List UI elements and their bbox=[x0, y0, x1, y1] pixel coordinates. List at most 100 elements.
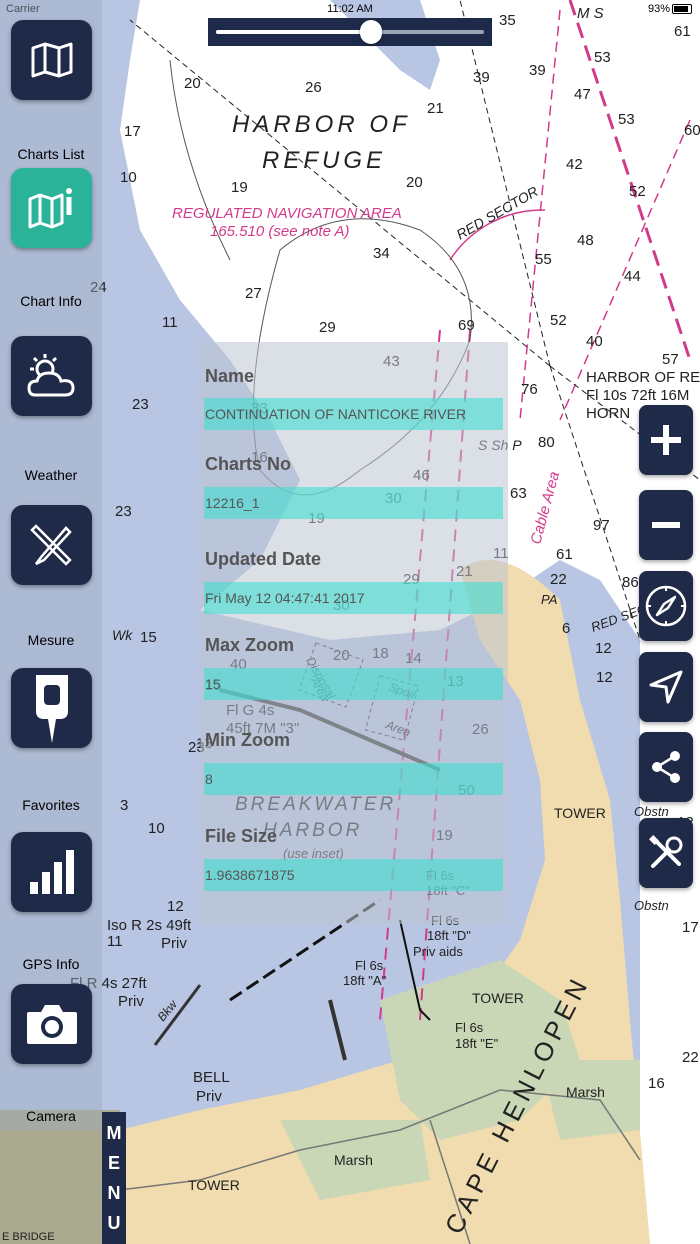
map-sounding: 17 bbox=[124, 123, 141, 140]
max-zoom-label: Max Zoom bbox=[205, 635, 295, 655]
file-size-value: 1.9638671875 bbox=[204, 859, 503, 891]
navigation-arrow-icon bbox=[649, 670, 683, 704]
map-label-fl6a-2: 18ft "A" bbox=[343, 973, 387, 988]
chart-info-button[interactable] bbox=[11, 168, 92, 248]
map-sounding: 12 bbox=[167, 898, 184, 915]
map-sounding: 23 bbox=[115, 503, 132, 520]
map-label-tower-2: TOWER bbox=[472, 990, 524, 1006]
tools-icon bbox=[649, 835, 683, 868]
map-sounding: 63 bbox=[510, 485, 527, 502]
map-label-harbor-light-3: HORN bbox=[586, 405, 630, 422]
map-label-fl6d-3: Priv aids bbox=[413, 944, 463, 959]
map-sounding: 10 bbox=[120, 169, 137, 186]
battery-indicator: 93% bbox=[648, 3, 692, 15]
gps-info-button[interactable] bbox=[11, 832, 92, 912]
min-zoom-label: Min Zoom bbox=[205, 730, 290, 750]
map-sounding: 10 bbox=[148, 820, 165, 837]
map-sounding: 11 bbox=[162, 314, 178, 331]
chart-info-label: Chart Info bbox=[20, 293, 82, 309]
favorites-button[interactable] bbox=[11, 668, 92, 748]
updated-date-value: Fri May 12 04:47:41 2017 bbox=[204, 582, 503, 614]
map-sounding: 42 bbox=[566, 156, 583, 173]
map-sounding: 60 bbox=[684, 122, 700, 139]
map-sounding: 21 bbox=[427, 100, 444, 117]
battery-icon bbox=[672, 4, 692, 15]
map-label-tower-3: TOWER bbox=[188, 1177, 240, 1193]
map-sounding: 55 bbox=[535, 251, 552, 268]
map-label-bridge: E BRIDGE bbox=[2, 1231, 55, 1243]
camera-button[interactable] bbox=[11, 984, 92, 1064]
map-label-regulated-note: 165.510 (see note A) bbox=[210, 223, 350, 240]
map-sounding: 12 bbox=[595, 640, 612, 657]
opacity-slider[interactable] bbox=[208, 18, 492, 46]
map-label-bell: BELL bbox=[193, 1069, 230, 1086]
measure-label: Mesure bbox=[27, 632, 75, 648]
settings-button[interactable] bbox=[639, 818, 693, 888]
menu-letter: E bbox=[107, 1153, 120, 1173]
map-sounding: 19 bbox=[231, 179, 248, 196]
map-sounding: 17 bbox=[682, 919, 699, 936]
menu-tab[interactable]: M E N U bbox=[102, 1112, 126, 1244]
ruler-pencil-icon bbox=[29, 524, 72, 566]
map-sounding: 53 bbox=[594, 49, 611, 66]
map-sounding: 20 bbox=[184, 75, 201, 92]
min-zoom-value: 8 bbox=[204, 763, 503, 795]
menu-letter: N bbox=[107, 1183, 121, 1203]
map-sounding: 23 bbox=[132, 396, 149, 413]
camera-label: Camera bbox=[26, 1108, 76, 1124]
map-sounding: 6 bbox=[562, 620, 570, 637]
sidebar: Charts List Chart Info Weather Mesure Fa… bbox=[0, 0, 102, 1130]
compass-icon bbox=[645, 585, 687, 627]
weather-button[interactable] bbox=[11, 336, 92, 416]
map-sounding: 57 bbox=[662, 351, 679, 368]
map-sounding: 27 bbox=[245, 285, 262, 302]
map-sounding: 69 bbox=[458, 317, 475, 334]
map-pin-icon bbox=[35, 675, 68, 743]
charts-no-label: Charts No bbox=[205, 454, 292, 474]
zoom-in-button[interactable] bbox=[639, 405, 693, 475]
sun-cloud-icon bbox=[26, 354, 75, 397]
map-label-fl6e-1: Fl 6s bbox=[455, 1020, 484, 1035]
locate-button[interactable] bbox=[639, 652, 693, 722]
name-value: CONTINUATION OF NANTICOKE RIVER bbox=[204, 398, 503, 430]
map-sounding: 22 bbox=[550, 571, 567, 588]
favorites-label: Favorites bbox=[22, 797, 80, 813]
map-sounding: 48 bbox=[577, 232, 594, 249]
compass-button[interactable] bbox=[639, 571, 693, 641]
map-sounding: 86 bbox=[622, 574, 639, 591]
gps-info-label: GPS Info bbox=[22, 956, 80, 972]
map-label-bell-priv: Priv bbox=[196, 1088, 222, 1105]
map-sounding: 97 bbox=[593, 517, 610, 534]
map-sounding: 3 bbox=[120, 797, 128, 814]
map-sounding: 52 bbox=[629, 183, 646, 200]
map-label-iso-2: Priv bbox=[161, 935, 187, 952]
plus-icon bbox=[651, 425, 681, 455]
map-sounding: 44 bbox=[624, 268, 641, 285]
map-label-iso-1: Iso R 2s 49ft bbox=[107, 917, 192, 934]
charts-list-button[interactable] bbox=[11, 20, 92, 100]
map-sounding: 61 bbox=[674, 23, 691, 40]
map-label-obstn-2: Obstn bbox=[634, 898, 669, 913]
slider-fill bbox=[216, 30, 371, 34]
slider-thumb[interactable] bbox=[360, 20, 382, 44]
status-bar: Carrier 11:02 AM 93% bbox=[0, 0, 700, 20]
max-zoom-value: 15 bbox=[204, 668, 503, 700]
map-sounding: 52 bbox=[550, 312, 567, 329]
map-sounding: 76 bbox=[521, 381, 538, 398]
map-sounding: 15 bbox=[140, 629, 157, 646]
battery-percent: 93% bbox=[647, 3, 670, 15]
share-button[interactable] bbox=[639, 732, 693, 802]
map-info-icon bbox=[28, 188, 72, 229]
menu-letter: U bbox=[107, 1213, 121, 1233]
map-label-flr-2: Priv bbox=[118, 993, 144, 1010]
map-label-fl6a-1: Fl 6s bbox=[355, 958, 384, 973]
map-sounding: 34 bbox=[373, 245, 390, 262]
map-sounding: 16 bbox=[648, 1075, 665, 1092]
measure-button[interactable] bbox=[11, 505, 92, 585]
time-label: 11:02 AM bbox=[327, 3, 373, 15]
zoom-out-button[interactable] bbox=[639, 490, 693, 560]
map-label-marsh-1: Marsh bbox=[566, 1084, 605, 1100]
file-size-label: File Size bbox=[205, 826, 278, 846]
signal-bars-icon bbox=[29, 850, 74, 894]
map-label-wk: Wk bbox=[112, 627, 133, 643]
